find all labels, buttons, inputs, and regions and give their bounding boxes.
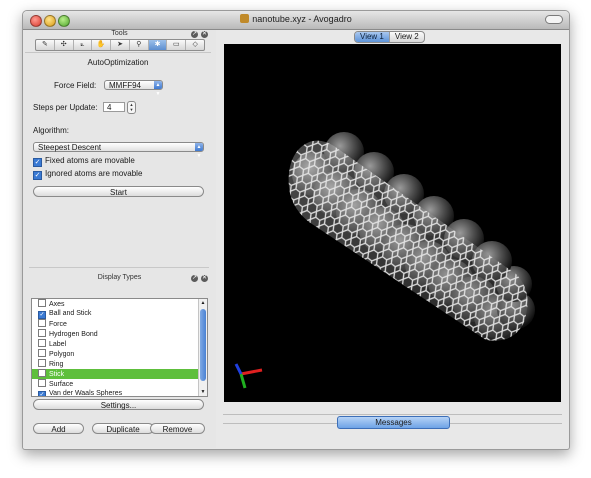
chevron-updown-icon: ▲ ▼ xyxy=(154,81,162,97)
display-type-checkbox[interactable] xyxy=(38,379,46,387)
display-type-label: Van der Waals Spheres xyxy=(49,390,123,397)
display-type-checkbox[interactable] xyxy=(38,339,46,347)
fixed-atoms-checkbox[interactable]: ✓ xyxy=(33,158,42,167)
view-area: View 1 View 2 Messages xyxy=(223,30,562,448)
panel-title: AutoOptimization xyxy=(87,58,149,67)
tools-dock-close-icon[interactable]: ✕ xyxy=(201,31,208,38)
start-button[interactable]: Start xyxy=(33,186,204,197)
display-type-item[interactable]: Force xyxy=(32,319,207,329)
display-type-label: Stick xyxy=(49,371,65,378)
steps-stepper[interactable]: ▲ ▼ xyxy=(127,101,136,114)
scroll-down-icon[interactable]: ▼ xyxy=(199,389,207,395)
display-type-item[interactable]: ✓ Van der Waals Spheres xyxy=(32,389,207,397)
title-bar[interactable]: nanotube.xyz - Avogadro xyxy=(23,11,569,30)
display-types-list[interactable]: Axes ✓ Ball and Stick Force Hydrogen Bond Lab… xyxy=(31,298,208,397)
algorithm-select[interactable]: Steepest Descent ▲ ▼ xyxy=(33,142,204,159)
display-type-checkbox[interactable] xyxy=(38,359,46,367)
display-type-label: Force xyxy=(49,321,67,328)
display-type-label: Surface xyxy=(49,381,74,388)
settings-button[interactable]: Settings... xyxy=(33,399,204,410)
steps-per-update-input[interactable]: 4 xyxy=(103,102,125,112)
tab-view-2[interactable]: View 2 xyxy=(390,32,424,42)
display-type-label: Ball and Stick xyxy=(49,310,92,317)
fixed-atoms-label: Fixed atoms are movable xyxy=(45,156,135,165)
align-icon[interactable]: ▭ xyxy=(167,40,187,50)
display-dock-float-icon[interactable]: ↗ xyxy=(191,275,198,282)
scroll-up-icon[interactable]: ▲ xyxy=(199,300,207,306)
display-dock-close-icon[interactable]: ✕ xyxy=(201,275,208,282)
tools-dock-title: Tools xyxy=(111,30,128,37)
axes-indicator xyxy=(234,363,263,389)
bond-centric-icon[interactable]: ⚲ xyxy=(130,40,149,50)
display-type-item[interactable]: Surface xyxy=(32,379,207,389)
algorithm-label: Algorithm: xyxy=(33,126,70,135)
remove-button[interactable]: Remove xyxy=(150,423,205,434)
stepper-down-icon[interactable]: ▼ xyxy=(130,107,134,112)
fixed-atoms-checkbox-row[interactable]: ✓ Fixed atoms are movable xyxy=(33,156,135,167)
window-title-text: nanotube.xyz - Avogadro xyxy=(252,14,352,24)
molecule-viewport[interactable] xyxy=(224,44,561,402)
duplicate-button[interactable]: Duplicate xyxy=(92,423,154,434)
display-type-label: Polygon xyxy=(49,351,75,358)
measure-icon[interactable]: ⟀ xyxy=(74,40,93,50)
main-window: nanotube.xyz - Avogadro Tools ↗ ✕ ✎ ✣ ⟀ ✋ ➤ ⚲… xyxy=(22,10,570,450)
auto-optimization-icon[interactable]: ✱ xyxy=(148,40,168,50)
display-type-item[interactable]: Ring xyxy=(32,359,207,369)
display-type-label: Label xyxy=(49,341,67,348)
nanotube-hex-lattice xyxy=(288,140,528,341)
display-dock-title: Display Types xyxy=(97,274,142,281)
display-type-label: Axes xyxy=(49,301,65,308)
toolbar-toggle-button[interactable] xyxy=(545,15,563,24)
auto-optimization-panel: AutoOptimization Force Field: MMFF94 ▲ ▼ … xyxy=(25,52,211,266)
ignored-atoms-checkbox-row[interactable]: ✓ Ignored atoms are movable xyxy=(33,169,143,180)
avogadro-app-icon xyxy=(240,14,250,23)
display-types-scrollbar[interactable]: ▲ ▼ xyxy=(198,299,207,396)
nanotube-render xyxy=(234,132,535,389)
display-type-item[interactable]: Axes xyxy=(32,299,207,309)
display-type-checkbox[interactable] xyxy=(38,329,46,337)
display-type-item[interactable]: Label xyxy=(32,339,207,349)
display-type-checkbox[interactable] xyxy=(38,299,46,307)
steps-per-update-label: Steps per Update: xyxy=(33,103,98,112)
display-type-item[interactable]: Hydrogen Bond xyxy=(32,329,207,339)
draw-icon[interactable]: ✎ xyxy=(36,40,55,50)
view-tabs: View 1 View 2 xyxy=(354,31,425,43)
display-type-checkbox[interactable]: ✓ xyxy=(38,311,46,319)
display-type-item[interactable]: Polygon xyxy=(32,349,207,359)
navigate-icon[interactable]: ✣ xyxy=(55,40,74,50)
display-type-label: Hydrogen Bond xyxy=(49,331,98,338)
chevron-updown-icon: ▲ ▼ xyxy=(195,143,203,159)
display-type-checkbox[interactable] xyxy=(38,369,46,377)
symmetry-icon[interactable]: ◇ xyxy=(186,40,204,50)
display-type-checkbox[interactable]: ✓ xyxy=(38,391,46,396)
display-dock-header: Display Types ↗ ✕ xyxy=(23,274,216,284)
ignored-atoms-checkbox[interactable]: ✓ xyxy=(33,171,42,180)
display-type-item[interactable]: Stick xyxy=(32,369,207,379)
messages-button[interactable]: Messages xyxy=(337,416,450,429)
add-button[interactable]: Add xyxy=(33,423,84,434)
display-type-checkbox[interactable] xyxy=(38,349,46,357)
scrollbar-thumb[interactable] xyxy=(200,309,206,381)
display-type-label: Ring xyxy=(49,361,64,368)
manipulate-icon[interactable]: ✋ xyxy=(92,40,112,50)
select-icon[interactable]: ➤ xyxy=(111,40,130,50)
force-field-label: Force Field: xyxy=(54,81,97,90)
force-field-value: MMFF94 xyxy=(109,81,141,90)
tools-toolbar: ✎ ✣ ⟀ ✋ ➤ ⚲ ✱ ▭ ◇ xyxy=(35,39,205,51)
display-type-checkbox[interactable] xyxy=(38,319,46,327)
window-title: nanotube.xyz - Avogadro xyxy=(23,14,569,24)
force-field-select[interactable]: MMFF94 ▲ ▼ xyxy=(104,80,163,97)
algorithm-value: Steepest Descent xyxy=(38,143,102,152)
display-types-items: Axes ✓ Ball and Stick Force Hydrogen Bond Lab… xyxy=(32,299,207,397)
tools-dock-float-icon[interactable]: ↗ xyxy=(191,31,198,38)
display-type-item[interactable]: ✓ Ball and Stick xyxy=(32,309,207,319)
ignored-atoms-label: Ignored atoms are movable xyxy=(45,169,143,178)
tab-view-1[interactable]: View 1 xyxy=(355,32,390,42)
left-dock-area: Tools ↗ ✕ ✎ ✣ ⟀ ✋ ➤ ⚲ ✱ ▭ ◇ AutoOptimization For… xyxy=(23,30,216,448)
dock-splitter[interactable] xyxy=(29,267,209,268)
